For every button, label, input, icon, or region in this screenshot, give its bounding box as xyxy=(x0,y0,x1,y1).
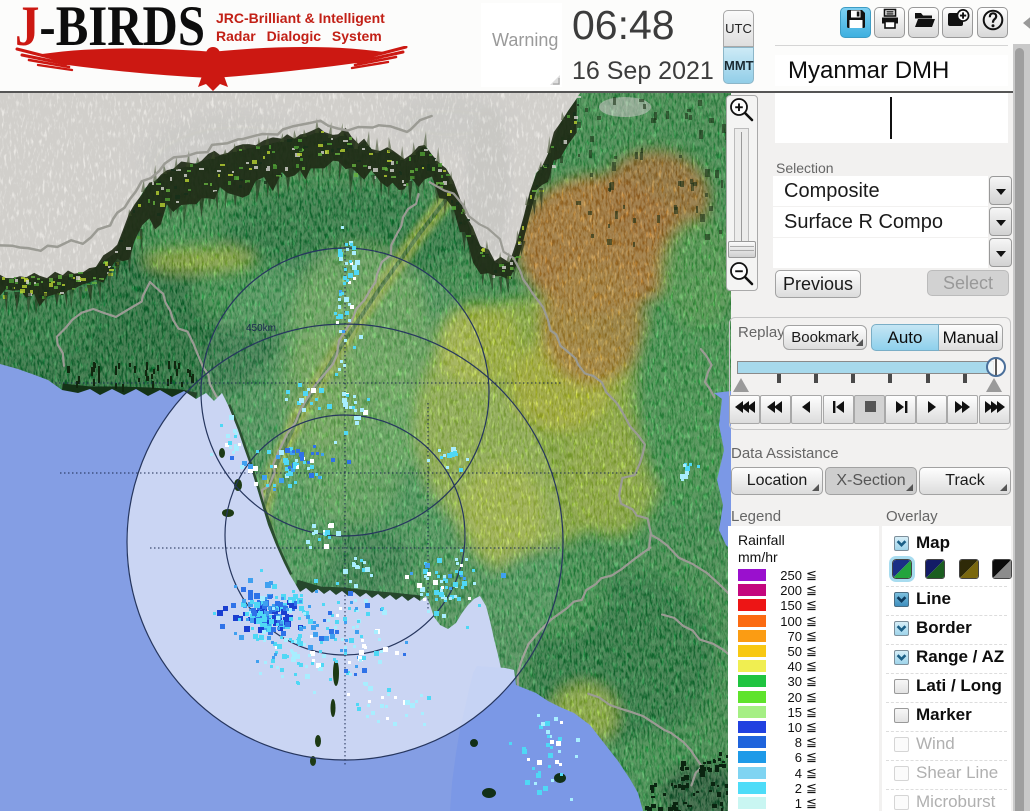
svg-text:450km: 450km xyxy=(246,323,276,334)
